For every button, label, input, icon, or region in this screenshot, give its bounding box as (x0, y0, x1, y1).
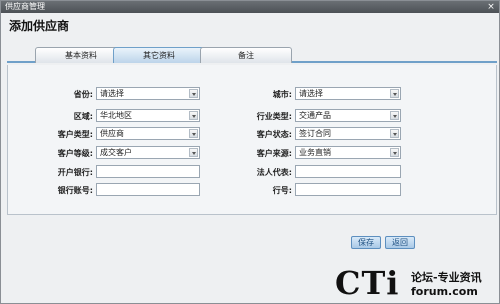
region-value: 华北地区 (100, 111, 132, 120)
client-level-value: 成交客户 (100, 148, 132, 157)
province-label: 省份: (73, 90, 93, 99)
city-select[interactable]: 请选择 (295, 87, 401, 100)
client-source-value: 业务直销 (299, 148, 331, 157)
chevron-down-icon[interactable] (189, 129, 198, 138)
province-select[interactable]: 请选择 (96, 87, 200, 100)
watermark-domain: forum.com (411, 285, 478, 298)
client-status-value: 签订合同 (299, 129, 331, 138)
bank-account-input[interactable] (96, 183, 200, 196)
back-button[interactable]: 返回 (385, 236, 415, 249)
watermark-tagline: 论坛-专业资讯 (411, 271, 482, 284)
tax-no-label: 行号: (272, 186, 292, 195)
client-source-label: 客户来源: (256, 149, 292, 158)
bank-label: 开户银行: (57, 168, 93, 177)
industry-value: 交通产品 (299, 111, 331, 120)
client-type-select[interactable]: 供应商 (96, 127, 200, 140)
page-title: 添加供应商 (9, 19, 70, 33)
province-value: 请选择 (100, 89, 124, 98)
industry-select[interactable]: 交通产品 (295, 109, 401, 122)
bank-account-label: 银行账号: (57, 186, 93, 195)
client-status-select[interactable]: 签订合同 (295, 127, 401, 140)
city-label: 城市: (272, 90, 292, 99)
chevron-down-icon[interactable] (189, 148, 198, 157)
tax-no-input[interactable] (295, 183, 401, 196)
tab-other-info[interactable]: 其它资料 (113, 47, 205, 63)
supplier-window: 供应商管理 × 添加供应商 基本资料 其它资料 备注 省份: 请选择 城市: 请… (0, 0, 500, 304)
industry-label: 行业类型: (256, 112, 292, 121)
bank-input[interactable] (96, 165, 200, 178)
tab-notes[interactable]: 备注 (200, 47, 292, 63)
region-label: 区域: (73, 112, 93, 121)
legal-rep-label: 法人代表: (256, 168, 292, 177)
client-level-select[interactable]: 成交客户 (96, 146, 200, 159)
chevron-down-icon[interactable] (189, 111, 198, 120)
watermark-logo: CTi 论坛-专业资讯 forum.com (335, 263, 500, 304)
client-type-label: 客户类型: (57, 130, 93, 139)
chevron-down-icon[interactable] (390, 89, 399, 98)
window-title: 供应商管理 (5, 2, 45, 11)
brand-mark: CTi (335, 264, 400, 302)
city-value: 请选择 (299, 89, 323, 98)
client-level-label: 客户等级: (57, 149, 93, 158)
client-status-label: 客户状态: (256, 130, 292, 139)
legal-rep-input[interactable] (295, 165, 401, 178)
close-icon[interactable]: × (486, 2, 496, 12)
client-type-value: 供应商 (100, 129, 124, 138)
chevron-down-icon[interactable] (390, 111, 399, 120)
chevron-down-icon[interactable] (390, 148, 399, 157)
window-titlebar: 供应商管理 × (1, 1, 499, 13)
tab-strip: 基本资料 其它资料 备注 (7, 47, 497, 63)
chevron-down-icon[interactable] (189, 89, 198, 98)
region-select[interactable]: 华北地区 (96, 109, 200, 122)
chevron-down-icon[interactable] (390, 129, 399, 138)
save-button[interactable]: 保存 (351, 236, 381, 249)
client-source-select[interactable]: 业务直销 (295, 146, 401, 159)
